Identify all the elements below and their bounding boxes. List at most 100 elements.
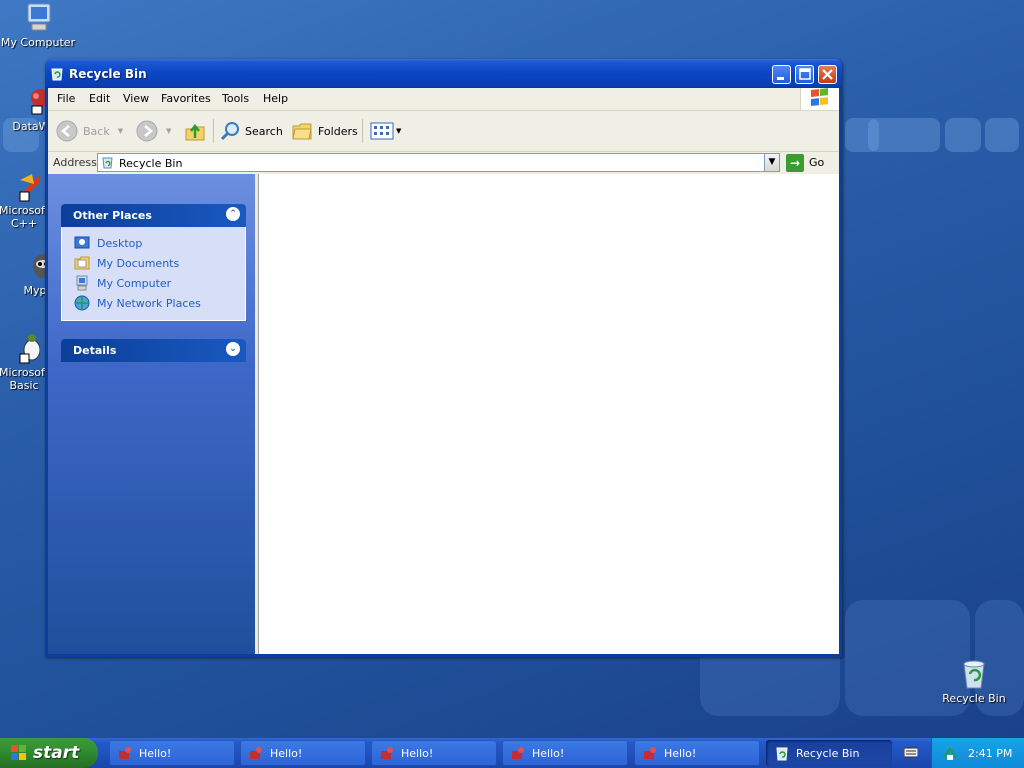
menu-tools[interactable]: Tools — [222, 92, 249, 105]
views-button[interactable]: ▼ — [370, 119, 401, 143]
recycle-bin-icon — [101, 156, 114, 169]
windows-logo-icon — [800, 88, 839, 110]
system-tray: 2:41 PM — [931, 738, 1024, 768]
place-label: Desktop — [97, 236, 143, 250]
recycle-bin-icon — [958, 658, 990, 690]
views-dropdown-icon[interactable]: ▼ — [396, 127, 401, 135]
search-button[interactable]: Search — [219, 119, 283, 143]
back-dropdown-icon[interactable]: ▼ — [118, 127, 123, 135]
visual-basic-icon — [8, 332, 41, 364]
menu-edit[interactable]: Edit — [89, 92, 110, 105]
application-icon — [642, 745, 658, 761]
taskbar: start Hello! Hello! Hello! Hello! Hello!… — [0, 738, 1024, 768]
place-my-network-places[interactable]: My Network Places — [74, 295, 201, 311]
taskbar-button-recycle-bin[interactable]: Recycle Bin — [766, 740, 892, 766]
place-label: My Computer — [97, 276, 172, 290]
menu-help[interactable]: Help — [263, 92, 288, 105]
desktop-icon-recycle-bin[interactable]: Recycle Bin — [936, 658, 1012, 705]
address-value: Recycle Bin — [119, 157, 183, 170]
close-icon — [822, 69, 833, 80]
taskbar-button-hello[interactable]: Hello! — [371, 740, 497, 766]
details-header[interactable]: Details ⌄ — [61, 339, 246, 362]
search-icon — [220, 122, 239, 141]
place-label: My Network Places — [97, 296, 201, 310]
maximize-button[interactable] — [795, 65, 814, 84]
taskbar-button-label: Hello! — [664, 747, 697, 760]
taskbar-button-label: Hello! — [139, 747, 172, 760]
start-button[interactable]: start — [0, 738, 98, 768]
desktop-decoration — [945, 118, 981, 152]
close-button[interactable] — [818, 65, 837, 84]
chevron-down-icon: ▼ — [768, 157, 776, 167]
file-list-area[interactable] — [258, 174, 839, 654]
back-arrow-icon — [56, 120, 78, 142]
desktop-icon-label: My Computer — [0, 36, 76, 49]
taskbar-button-label: Hello! — [401, 747, 434, 760]
place-desktop[interactable]: Desktop — [74, 235, 142, 251]
folders-label: Folders — [318, 124, 358, 138]
menu-bar: File Edit View Favorites Tools Help — [48, 88, 839, 111]
keyboard-icon[interactable] — [903, 746, 919, 758]
recycle-bin-icon — [774, 745, 790, 761]
application-icon — [117, 745, 133, 761]
up-folder-button[interactable] — [184, 119, 206, 143]
recycle-bin-icon — [50, 66, 64, 81]
folder-icon — [292, 123, 312, 140]
other-places-panel: Desktop My Documents My Computer My Netw… — [61, 227, 246, 321]
taskbar-button-label: Hello! — [532, 747, 565, 760]
computer-icon — [22, 2, 54, 34]
go-label: Go — [809, 156, 825, 169]
task-pane: Other Places ⌃ Desktop My Documents My C… — [48, 174, 255, 654]
toolbar-separator — [362, 119, 363, 143]
title-bar[interactable]: Recycle Bin — [45, 59, 842, 88]
desktop-icon — [74, 235, 90, 251]
menu-file[interactable]: File — [57, 92, 75, 105]
application-icon — [248, 745, 264, 761]
visual-cpp-icon — [8, 170, 42, 202]
folders-button[interactable]: Folders — [291, 119, 358, 143]
collapse-chevron-icon[interactable]: ⌃ — [226, 207, 240, 221]
taskbar-button-hello[interactable]: Hello! — [240, 740, 366, 766]
taskbar-button-hello[interactable]: Hello! — [502, 740, 628, 766]
views-icon — [370, 122, 394, 140]
taskbar-button-label: Recycle Bin — [796, 747, 860, 760]
go-arrow-icon: → — [786, 153, 804, 172]
window-title: Recycle Bin — [69, 67, 147, 81]
other-places-title: Other Places — [73, 209, 152, 222]
my-documents-icon — [74, 255, 90, 271]
desktop-decoration — [985, 118, 1019, 152]
back-button[interactable]: Back ▼ — [56, 119, 123, 143]
forward-dropdown-icon[interactable]: ▼ — [166, 127, 171, 135]
forward-arrow-icon — [136, 120, 158, 142]
address-input[interactable]: Recycle Bin — [97, 153, 780, 172]
taskbar-button-hello[interactable]: Hello! — [634, 740, 760, 766]
network-places-icon — [74, 295, 90, 311]
address-label: Address — [53, 156, 97, 169]
address-dropdown-button[interactable]: ▼ — [764, 153, 780, 172]
place-my-documents[interactable]: My Documents — [74, 255, 179, 271]
application-icon — [510, 745, 526, 761]
taskbar-button-hello[interactable]: Hello! — [109, 740, 235, 766]
go-button[interactable]: → Go — [786, 153, 824, 172]
clock[interactable]: 2:41 PM — [968, 747, 1012, 760]
menu-favorites[interactable]: Favorites — [161, 92, 211, 105]
minimize-icon — [777, 77, 784, 80]
computer-icon — [74, 275, 90, 291]
other-places-header[interactable]: Other Places ⌃ — [61, 204, 246, 227]
forward-button[interactable]: ▼ — [136, 119, 171, 143]
expand-chevron-icon[interactable]: ⌄ — [226, 342, 240, 356]
application-icon — [379, 745, 395, 761]
network-tray-icon[interactable] — [942, 745, 958, 761]
up-folder-icon — [185, 123, 205, 141]
desktop-icon-my-computer[interactable]: My Computer — [0, 2, 76, 49]
window-body: File Edit View Favorites Tools Help Back… — [48, 88, 839, 654]
standard-toolbar: Back ▼ ▼ Search Folders ▼ — [48, 111, 839, 152]
minimize-button[interactable] — [772, 65, 791, 84]
explorer-window: Recycle Bin File Edit View Favorites Too… — [45, 59, 842, 657]
menu-view[interactable]: View — [123, 92, 149, 105]
place-my-computer[interactable]: My Computer — [74, 275, 171, 291]
place-label: My Documents — [97, 256, 180, 270]
toolbar-separator — [213, 119, 214, 143]
desktop-decoration — [868, 118, 940, 152]
details-title: Details — [73, 344, 117, 357]
